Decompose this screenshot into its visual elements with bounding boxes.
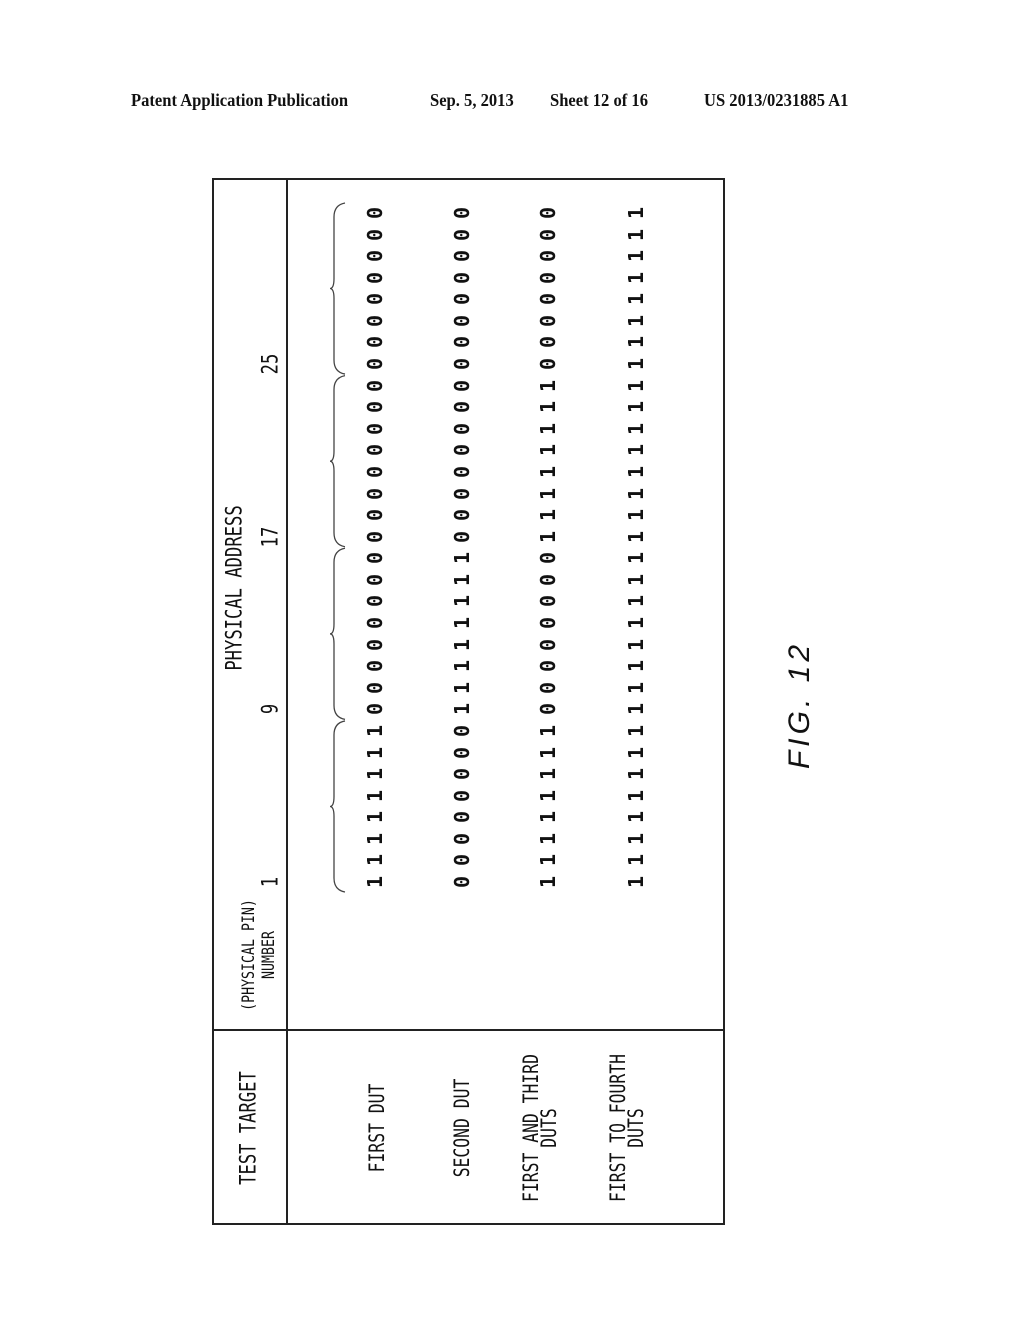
group-braces (329, 202, 346, 893)
group-brace (329, 547, 346, 720)
group-brace (329, 375, 346, 548)
group-brace (329, 720, 346, 893)
group-brace (329, 202, 346, 375)
figure-label: FIG. 12 (783, 640, 816, 770)
